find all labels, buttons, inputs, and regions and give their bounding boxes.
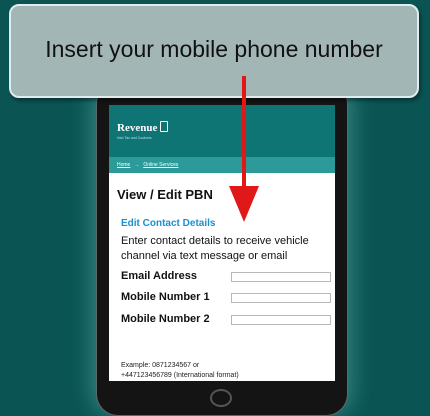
example-line-1: Example: 0871234567 or: [121, 362, 200, 369]
tablet-screen: Revenue Irish Tax and Customs Home → Onlin…: [109, 105, 335, 381]
brand-tagline: Irish Tax and Customs: [117, 136, 152, 140]
email-row: Email Address: [121, 270, 331, 284]
instruction-callout: Insert your mobile phone number: [9, 4, 419, 98]
mobile-2-label: Mobile Number 2: [121, 313, 210, 325]
mobile-1-field[interactable]: [231, 293, 331, 303]
callout-text: Insert your mobile phone number: [45, 36, 383, 62]
revenue-logo[interactable]: Revenue: [117, 121, 169, 134]
arrow-shaft: [242, 76, 246, 188]
section-title: Edit Contact Details: [121, 218, 216, 229]
mobile-1-row: Mobile Number 1: [121, 291, 331, 305]
arrow-down-icon: [229, 186, 259, 222]
page-title: View / Edit PBN: [117, 187, 213, 202]
breadcrumb: Home → Online Services: [109, 157, 335, 173]
mobile-2-field[interactable]: [231, 315, 331, 325]
example-line-2: +447123456789 (International format): [121, 372, 239, 379]
home-button[interactable]: [210, 389, 232, 407]
email-label: Email Address: [121, 270, 198, 282]
breadcrumb-arrow-icon: →: [134, 162, 140, 168]
tablet-device: Revenue Irish Tax and Customs Home → Onlin…: [96, 82, 348, 416]
breadcrumb-home-link[interactable]: Home: [117, 162, 130, 168]
brand-name: Revenue: [117, 122, 158, 134]
email-field[interactable]: [231, 272, 331, 282]
site-header: Revenue Irish Tax and Customs: [109, 105, 335, 157]
example-text: Example: 0871234567 or +447123456789 (In…: [121, 361, 326, 381]
mobile-2-row: Mobile Number 2: [121, 313, 331, 327]
mobile-1-label: Mobile Number 1: [121, 291, 210, 303]
harp-icon: [160, 121, 169, 132]
breadcrumb-online-services-link[interactable]: Online Services: [143, 162, 178, 168]
intro-text: Enter contact details to receive vehicle…: [121, 235, 309, 262]
